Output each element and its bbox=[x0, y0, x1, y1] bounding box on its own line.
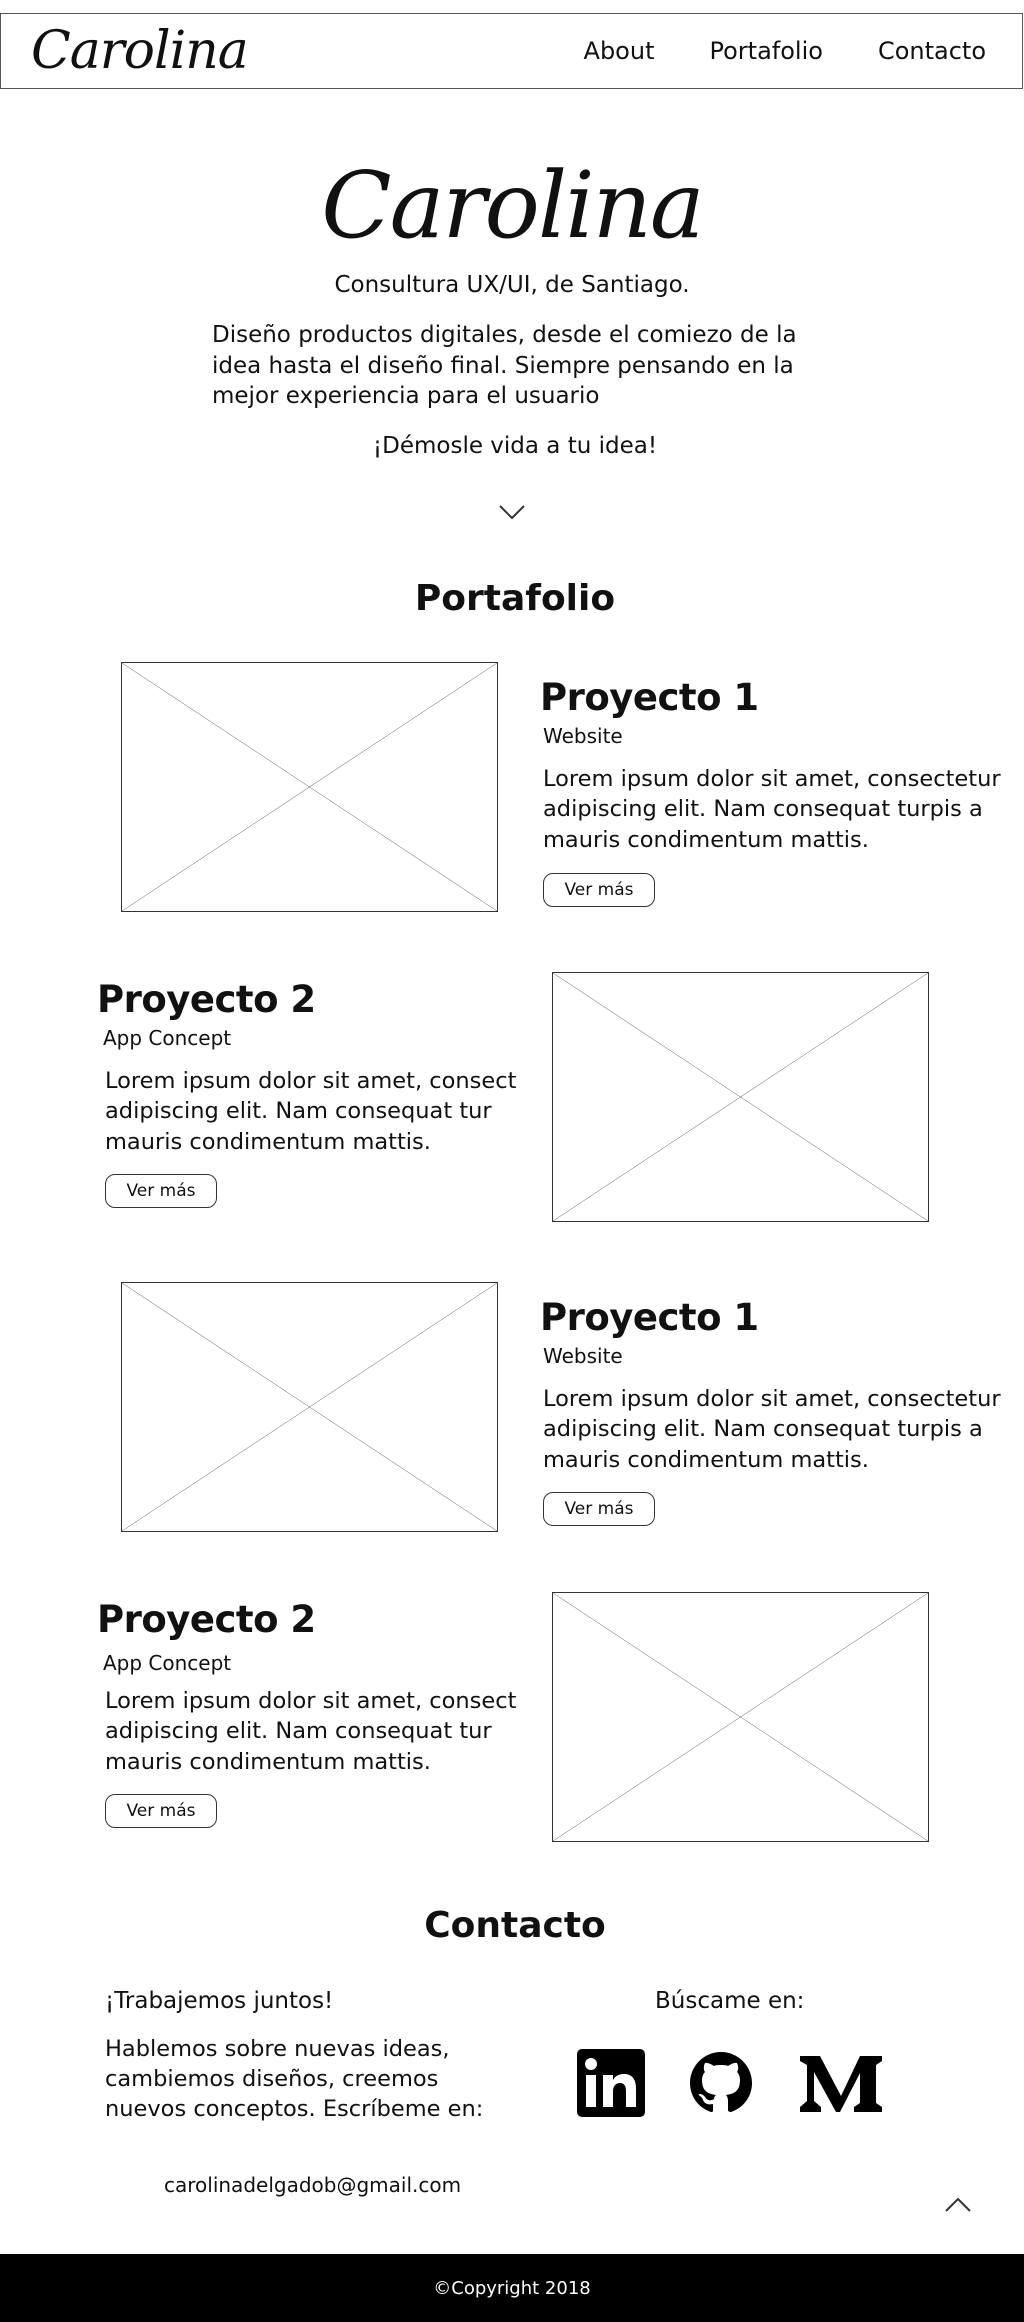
navbar: Carolina About Portafolio Contacto bbox=[0, 13, 1023, 89]
chevron-down-icon[interactable] bbox=[498, 502, 526, 522]
project-image-placeholder[interactable] bbox=[121, 662, 498, 912]
project-description: Lorem ipsum dolor sit amet, consectetur … bbox=[543, 1386, 1001, 1473]
hero-subtitle: Consultura UX/UI, de Santiago. bbox=[334, 272, 690, 298]
hero-cta: ¡Démosle vida a tu idea! bbox=[372, 433, 658, 459]
hero-title: Carolina bbox=[321, 152, 705, 259]
project-type: Website bbox=[543, 724, 623, 748]
portfolio-title: Portafolio bbox=[414, 578, 616, 619]
chevron-up-icon[interactable] bbox=[944, 2196, 972, 2214]
find-me-label: Búscame en: bbox=[655, 1988, 805, 2014]
ver-mas-button[interactable]: Ver más bbox=[105, 1174, 217, 1208]
project-type: Website bbox=[543, 1344, 623, 1368]
project-description: Lorem ipsum dolor sit amet, consectetur … bbox=[543, 766, 1001, 853]
project-image-placeholder[interactable] bbox=[552, 972, 929, 1222]
project-image-placeholder[interactable] bbox=[121, 1282, 498, 1532]
nav-link-about[interactable]: About bbox=[584, 37, 655, 65]
project-type: App Concept bbox=[103, 1026, 232, 1050]
project-image-placeholder[interactable] bbox=[552, 1592, 929, 1842]
ver-mas-button[interactable]: Ver más bbox=[543, 873, 655, 907]
project-type: App Concept bbox=[103, 1651, 232, 1675]
copyright-text: ©Copyright 2018 bbox=[433, 2277, 591, 2299]
contact-email-link[interactable]: carolinadelgadob@gmail.com bbox=[164, 2173, 461, 2197]
ver-mas-button[interactable]: Ver más bbox=[105, 1794, 217, 1828]
project-title: Proyecto 2 bbox=[97, 1598, 316, 1641]
brand-logo[interactable]: Carolina bbox=[31, 25, 249, 77]
project-title: Proyecto 1 bbox=[540, 1296, 759, 1339]
footer: ©Copyright 2018 bbox=[0, 2254, 1024, 2322]
contact-lead: ¡Trabajemos juntos! bbox=[105, 1988, 334, 2014]
project-title: Proyecto 1 bbox=[540, 676, 759, 719]
contact-title: Contacto bbox=[424, 1905, 606, 1946]
project-description: Lorem ipsum dolor sit amet, consect adip… bbox=[105, 1688, 517, 1775]
linkedin-icon[interactable] bbox=[576, 2048, 646, 2118]
ver-mas-button[interactable]: Ver más bbox=[543, 1492, 655, 1526]
hero-description: Diseño productos digitales, desde el com… bbox=[212, 322, 797, 410]
project-description: Lorem ipsum dolor sit amet, consect adip… bbox=[105, 1068, 517, 1155]
github-icon[interactable] bbox=[686, 2048, 756, 2118]
project-title: Proyecto 2 bbox=[97, 978, 316, 1021]
nav-link-contacto[interactable]: Contacto bbox=[878, 37, 986, 65]
contact-description: Hablemos sobre nuevas ideas, cambiemos d… bbox=[105, 2036, 484, 2122]
nav-links: About Portafolio Contacto bbox=[584, 37, 986, 65]
medium-icon[interactable] bbox=[796, 2048, 886, 2118]
nav-link-portafolio[interactable]: Portafolio bbox=[710, 37, 823, 65]
